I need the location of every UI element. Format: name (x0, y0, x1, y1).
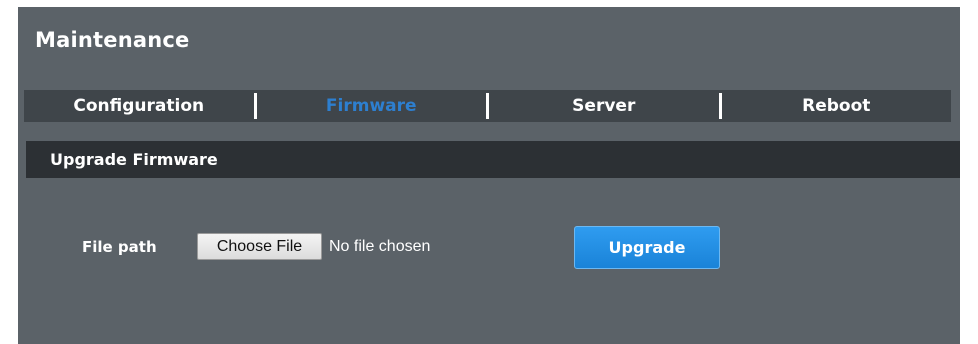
tab-configuration[interactable]: Configuration (24, 90, 254, 122)
tab-reboot[interactable]: Reboot (722, 90, 952, 122)
tab-server[interactable]: Server (489, 90, 719, 122)
tab-bar: Configuration Firmware Server Reboot (24, 90, 951, 122)
upgrade-button[interactable]: Upgrade (574, 226, 720, 269)
file-status-text: No file chosen (329, 238, 431, 255)
page-title: Maintenance (35, 28, 190, 52)
tab-firmware[interactable]: Firmware (257, 90, 487, 122)
file-path-label: File path (82, 238, 157, 256)
choose-file-button[interactable]: Choose File (197, 233, 322, 260)
section-title: Upgrade Firmware (50, 150, 218, 169)
maintenance-panel: Maintenance Configuration Firmware Serve… (18, 7, 960, 344)
